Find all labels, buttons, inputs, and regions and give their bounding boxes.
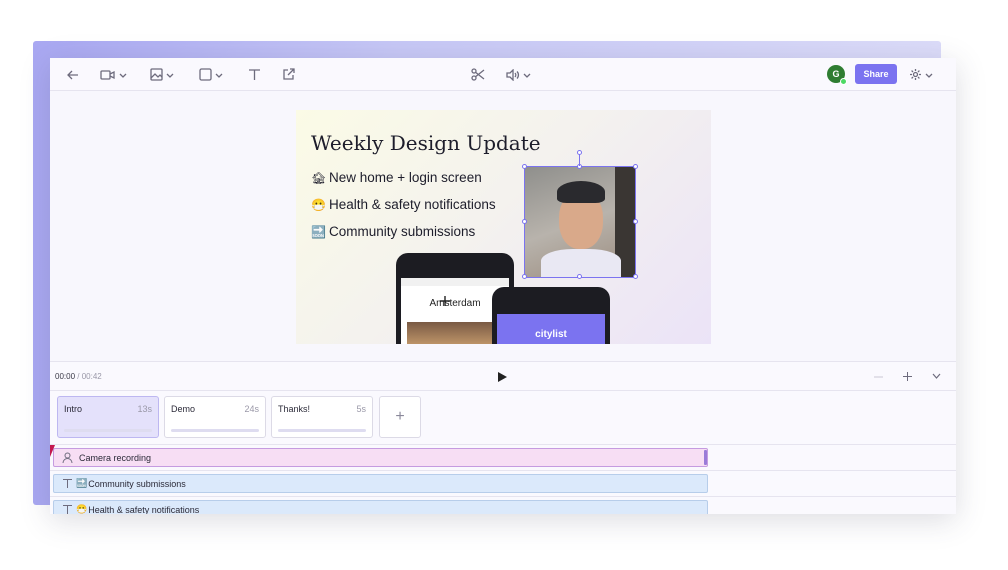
chevron-down-icon	[523, 73, 531, 78]
chevron-down-icon	[119, 73, 127, 78]
move-cursor-icon	[440, 296, 450, 306]
speaker-icon	[506, 68, 520, 81]
resize-handle[interactable]	[577, 274, 582, 279]
playback-bar: 00:00 / 00:42	[50, 361, 956, 391]
scene-name: Thanks!	[278, 404, 311, 414]
resize-handle[interactable]	[522, 219, 527, 224]
image-menu-button[interactable]	[150, 66, 174, 83]
slide-title[interactable]: Weekly Design Update	[311, 131, 541, 155]
video-camera-icon	[100, 69, 115, 80]
bullet-text: New home + login screen	[329, 170, 482, 185]
text-tool-button[interactable]	[248, 66, 261, 83]
canvas-area: Weekly Design Update 🏚 New home + login …	[50, 91, 956, 361]
clip-label: Health & safety notifications	[88, 504, 200, 515]
rotate-handle-stem	[579, 154, 580, 166]
person-icon	[58, 452, 76, 463]
current-time: 00:00	[55, 372, 76, 381]
zoom-out-icon[interactable]	[874, 376, 883, 378]
text-icon	[249, 69, 260, 80]
phone-mockup-citylist: citylist	[492, 287, 610, 344]
timecode: 00:00 / 00:42	[55, 372, 102, 381]
resize-handle[interactable]	[522, 164, 527, 169]
share-button[interactable]: Share	[855, 64, 897, 84]
slide-bullet[interactable]: 🔜 Community submissions	[311, 224, 475, 239]
scene-duration: 13s	[137, 404, 152, 414]
chevron-down-icon	[215, 73, 223, 78]
soon-arrow-emoji: 🔜	[311, 224, 326, 239]
scene-card[interactable]: Thanks! 5s	[271, 396, 373, 438]
text-clip[interactable]: 🔜 Community submissions	[53, 474, 708, 493]
video-menu-button[interactable]	[100, 66, 127, 83]
resize-handle[interactable]	[522, 274, 527, 279]
external-link-icon	[283, 68, 295, 80]
total-duration: 00:42	[81, 372, 102, 381]
slide-bullet[interactable]: 🏚 New home + login screen	[311, 170, 482, 185]
clip-trim-handle[interactable]	[704, 450, 707, 465]
scene-progress	[278, 429, 366, 432]
clip-label: Community submissions	[88, 478, 186, 489]
slide-bullet[interactable]: 😷 Health & safety notifications	[311, 197, 496, 212]
play-icon[interactable]	[498, 372, 507, 382]
selection-frame	[524, 166, 636, 278]
phone-photo	[407, 322, 503, 344]
scene-progress	[171, 429, 259, 432]
image-icon	[150, 68, 163, 81]
toolbar: G Share	[50, 58, 956, 91]
resize-handle[interactable]	[633, 219, 638, 224]
scissors-icon	[471, 68, 485, 81]
clip-emoji: 😷	[76, 504, 88, 514]
online-status-dot	[840, 78, 847, 85]
clip-emoji: 🔜	[76, 478, 88, 488]
text-icon	[58, 504, 76, 514]
back-button[interactable]	[67, 66, 79, 83]
rotate-handle[interactable]	[577, 150, 582, 155]
chevron-down-icon	[925, 73, 933, 78]
phone-app-name: citylist	[535, 329, 567, 340]
phone-status-bar	[401, 278, 509, 286]
add-scene-button[interactable]: +	[379, 396, 421, 438]
playhead-marker[interactable]	[50, 445, 55, 457]
shape-menu-button[interactable]	[199, 66, 223, 83]
text-clip[interactable]: 😷 Health & safety notifications	[53, 500, 708, 514]
scene-duration: 5s	[356, 404, 366, 414]
slide-preview[interactable]: Weekly Design Update 🏚 New home + login …	[296, 110, 711, 344]
editor-window: G Share Weekly Design Update 🏚 New home …	[50, 58, 956, 514]
phone-screen: citylist	[497, 314, 605, 344]
arrow-left-icon	[67, 70, 78, 79]
scene-name: Intro	[64, 404, 83, 414]
bullet-text: Community submissions	[329, 224, 476, 239]
scene-name: Demo	[171, 404, 196, 414]
split-clip-button[interactable]	[471, 66, 485, 83]
zoom-in-icon[interactable]	[903, 372, 912, 381]
resize-handle[interactable]	[633, 164, 638, 169]
bullet-text: Health & safety notifications	[329, 197, 496, 212]
scene-progress	[64, 429, 152, 432]
resize-handle[interactable]	[633, 274, 638, 279]
scene-strip: Intro 13s Demo 24s Thanks! 5s +	[50, 391, 956, 445]
text-icon	[58, 478, 76, 489]
scene-card[interactable]: Intro 13s	[57, 396, 159, 438]
audio-menu-button[interactable]	[506, 66, 531, 83]
camera-clip[interactable]: Camera recording	[53, 448, 708, 467]
embed-button[interactable]	[282, 66, 295, 83]
chevron-down-icon[interactable]	[932, 373, 941, 380]
timeline-track: 😷 Health & safety notifications	[50, 497, 956, 514]
clip-label: Camera recording	[79, 452, 152, 463]
gear-icon	[910, 69, 921, 80]
chevron-down-icon	[166, 73, 174, 78]
time-separator: /	[75, 372, 82, 381]
scene-card[interactable]: Demo 24s	[164, 396, 266, 438]
square-icon	[199, 68, 212, 81]
mask-emoji: 😷	[311, 197, 326, 212]
scene-duration: 24s	[244, 404, 259, 414]
timeline-track: Camera recording	[50, 445, 956, 471]
house-emoji: 🏚	[311, 170, 327, 185]
timeline-track: 🔜 Community submissions	[50, 471, 956, 497]
settings-menu-button[interactable]	[909, 66, 933, 83]
